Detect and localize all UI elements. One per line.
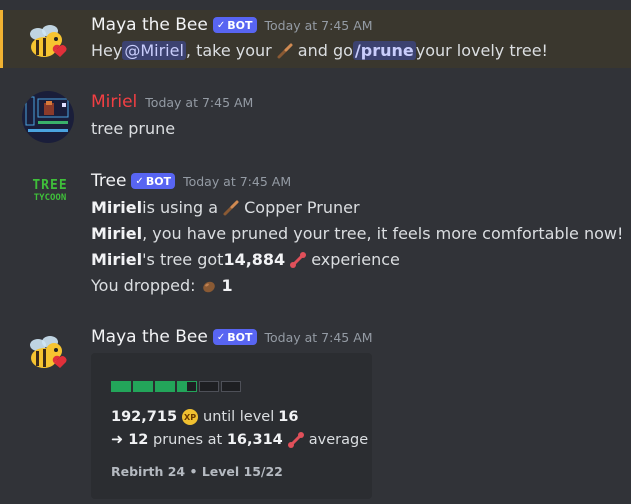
- bee-avatar[interactable]: [22, 16, 74, 68]
- bee-avatar[interactable]: [22, 327, 74, 379]
- timestamp: Today at 7:45 AM: [145, 94, 254, 110]
- progress-segment: [133, 381, 153, 392]
- arrow-icon: ➜: [111, 432, 129, 448]
- check-icon: ✓: [216, 331, 226, 343]
- author-name[interactable]: Miriel: [91, 92, 137, 112]
- message-tree: TREE TYCOON Tree ✓ BOT Today at 7:45 AM M…: [0, 165, 631, 305]
- average-xp: 16,314: [226, 432, 283, 448]
- miriel-avatar[interactable]: [22, 91, 74, 143]
- progress-segment: [177, 381, 197, 392]
- message-line-4: You dropped: 1: [91, 276, 233, 295]
- timestamp: Today at 7:45 AM: [183, 173, 292, 189]
- message-line-3: Miriel 's tree got 14,884 experience: [91, 250, 400, 269]
- text: Copper Pruner: [244, 198, 360, 217]
- message-content: tree prune: [91, 119, 176, 138]
- xp-remaining-line: 192,715 XP until level 16: [111, 409, 298, 425]
- pruner-icon: [277, 43, 293, 58]
- progress-segment: [155, 381, 175, 392]
- tree-tycoon-avatar[interactable]: TREE TYCOON: [24, 171, 76, 211]
- level-progress-embed: 192,715 XP until level 16 ➜ 12 prunes at…: [91, 353, 372, 499]
- text: You dropped:: [91, 276, 196, 295]
- avatar-logo-subtext: TYCOON: [33, 192, 67, 203]
- message-line-2: Miriel , you have pruned your tree, it f…: [91, 224, 623, 243]
- message-line-1: Miriel is using a Copper Pruner: [91, 198, 360, 217]
- slash-command[interactable]: /prune: [352, 41, 416, 60]
- avatar-logo-text: TREE: [32, 177, 68, 193]
- bot-badge: ✓ BOT: [131, 173, 176, 189]
- bee-icon: [30, 336, 67, 368]
- text: experience: [311, 250, 400, 269]
- author-name[interactable]: Maya the Bee: [91, 15, 208, 35]
- text: until level: [203, 409, 275, 425]
- message-content: Hey @Miriel , take your and go /prune yo…: [91, 41, 548, 60]
- bot-badge: ✓ BOT: [212, 329, 257, 345]
- bee-icon: [30, 25, 67, 57]
- xp-amount: 14,884: [223, 250, 286, 269]
- progress-segment: [221, 381, 241, 392]
- next-level: 16: [278, 409, 299, 425]
- text: is using a: [142, 198, 219, 217]
- xp-dumbbell-icon: [290, 251, 307, 268]
- text: 's tree got: [142, 250, 224, 269]
- seed-icon: [202, 281, 215, 292]
- check-icon: ✓: [135, 175, 144, 187]
- bot-badge: ✓ BOT: [212, 17, 257, 33]
- message-maya-1: Maya the Bee ✓ BOT Today at 7:45 AM Hey @…: [0, 10, 631, 68]
- author-name[interactable]: Tree: [91, 171, 126, 191]
- xp-progress-bar: [111, 381, 241, 392]
- text: and go: [297, 41, 353, 60]
- text: prunes at: [148, 432, 227, 448]
- username-bold: Miriel: [91, 224, 143, 243]
- text: Hey: [91, 41, 123, 60]
- text: , you have pruned your tree, it feels mo…: [142, 224, 624, 243]
- username-bold: Miriel: [91, 250, 143, 269]
- text: , take your: [185, 41, 272, 60]
- drop-amount: 1: [221, 276, 233, 295]
- progress-segment: [199, 381, 219, 392]
- text: your lovely tree!: [415, 41, 548, 60]
- xp-dumbbell-icon: [287, 432, 304, 448]
- xp-badge-icon: XP: [182, 409, 199, 425]
- check-icon: ✓: [216, 19, 226, 31]
- timestamp: Today at 7:45 AM: [264, 17, 373, 33]
- username-bold: Miriel: [91, 198, 143, 217]
- rebirth-level-footer: Rebirth 24 • Level 15/22: [111, 464, 283, 479]
- author-name[interactable]: Maya the Bee: [91, 327, 208, 347]
- user-mention[interactable]: @Miriel: [122, 41, 186, 60]
- message-miriel: Miriel Today at 7:45 AM tree prune: [0, 88, 631, 148]
- prunes-line: ➜ 12 prunes at 16,314 average: [111, 431, 368, 449]
- text: average: [308, 432, 369, 448]
- xp-remaining: 192,715: [111, 409, 178, 425]
- copper-pruner-icon: [223, 200, 239, 215]
- pixel-avatar-icon: [22, 91, 74, 143]
- timestamp: Today at 7:45 AM: [264, 329, 373, 345]
- prunes-count: 12: [128, 432, 149, 448]
- progress-segment: [111, 381, 131, 392]
